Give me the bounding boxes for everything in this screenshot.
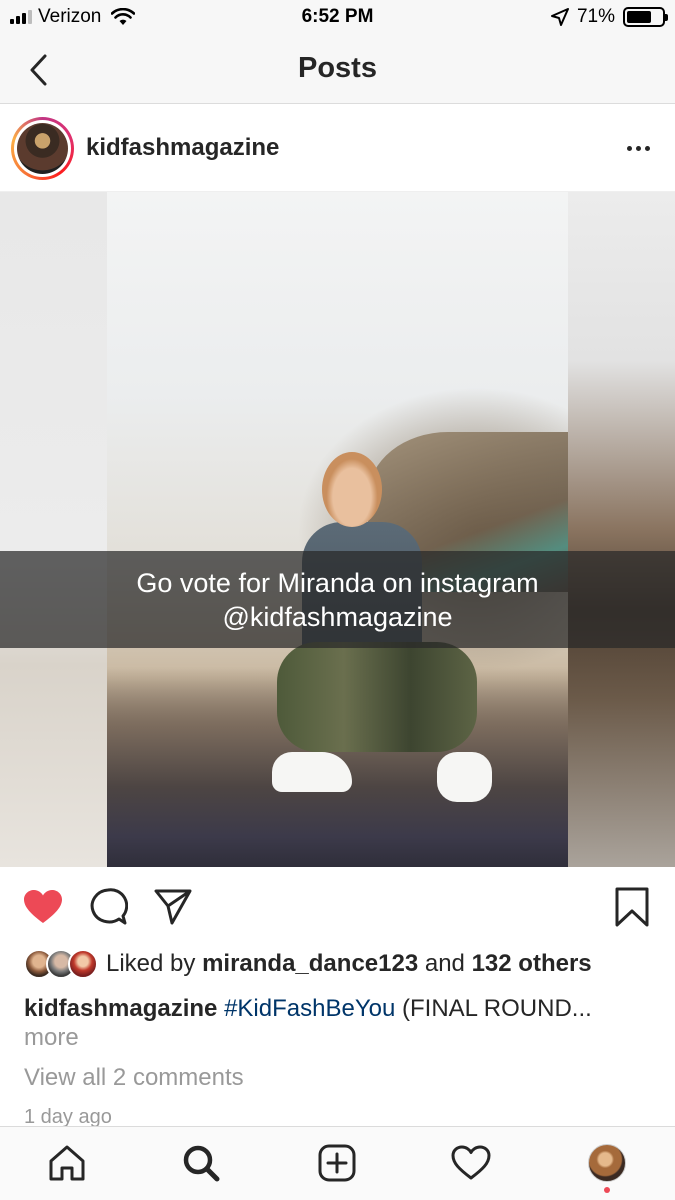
avatar	[68, 949, 98, 979]
post-photo	[107, 192, 568, 867]
post-username[interactable]: kidfashmagazine	[86, 134, 279, 162]
overlay-text-line-2: @kidfashmagazine	[222, 601, 453, 632]
post-caption: kidfashmagazine #KidFashBeYou (FINAL ROU…	[24, 993, 654, 1024]
comment-icon	[90, 888, 128, 925]
home-icon	[49, 1145, 85, 1181]
page-title: Posts	[298, 52, 377, 84]
status-right: 71%	[550, 6, 668, 28]
profile-avatar	[588, 1144, 626, 1182]
search-icon	[183, 1145, 220, 1182]
location-arrow-icon	[550, 8, 569, 26]
more-options-button[interactable]	[621, 135, 655, 161]
bookmark-icon	[615, 887, 649, 927]
share-button[interactable]	[151, 885, 195, 929]
caption-text: (FINAL ROUND...	[402, 995, 592, 1022]
likes-prefix: Liked by	[106, 950, 196, 977]
tab-activity[interactable]	[449, 1141, 493, 1185]
image-blur-right	[568, 192, 675, 867]
view-comments-link[interactable]: View all 2 comments	[24, 1064, 244, 1092]
story-avatar[interactable]	[11, 117, 74, 180]
activity-heart-icon	[451, 1145, 491, 1180]
avatar	[17, 123, 68, 174]
caption-more-link[interactable]: more	[24, 1024, 79, 1052]
tab-home[interactable]	[45, 1141, 89, 1185]
save-button[interactable]	[610, 885, 654, 929]
battery-icon	[623, 7, 668, 27]
image-text-overlay: Go vote for Miranda on instagram @kidfas…	[0, 551, 675, 648]
liker-avatars	[24, 949, 98, 979]
post-actions	[0, 867, 675, 947]
tab-search[interactable]	[179, 1141, 223, 1185]
post-header: kidfashmagazine	[0, 105, 675, 192]
tab-new-post[interactable]	[315, 1141, 359, 1185]
likes-and: and	[424, 950, 465, 977]
image-blur-left	[0, 192, 107, 867]
liked-by-user[interactable]: miranda_dance123	[202, 950, 418, 978]
heart-filled-icon	[24, 890, 62, 923]
caption-username[interactable]: kidfashmagazine	[24, 995, 217, 1022]
tab-bar	[0, 1126, 675, 1200]
battery-percent: 71%	[576, 6, 615, 27]
likes-row[interactable]: Liked by miranda_dance123 and 132 others	[24, 947, 592, 981]
overlay-text-line-1: Go vote for Miranda on instagram	[136, 567, 539, 598]
likes-others[interactable]: 132 others	[472, 950, 592, 978]
post-image[interactable]: Go vote for Miranda on instagram @kidfas…	[0, 192, 675, 867]
caption-hashtag[interactable]: #KidFashBeYou	[224, 995, 395, 1022]
navigation-bar: Posts	[0, 36, 675, 104]
send-icon	[154, 889, 192, 925]
add-post-icon	[318, 1144, 356, 1182]
more-dot-icon	[626, 145, 632, 151]
status-bar: Verizon 6:52 PM 71%	[0, 0, 675, 36]
notification-dot	[604, 1187, 610, 1193]
tab-profile[interactable]	[585, 1141, 629, 1185]
comment-button[interactable]	[86, 885, 130, 929]
like-button[interactable]	[21, 885, 65, 929]
